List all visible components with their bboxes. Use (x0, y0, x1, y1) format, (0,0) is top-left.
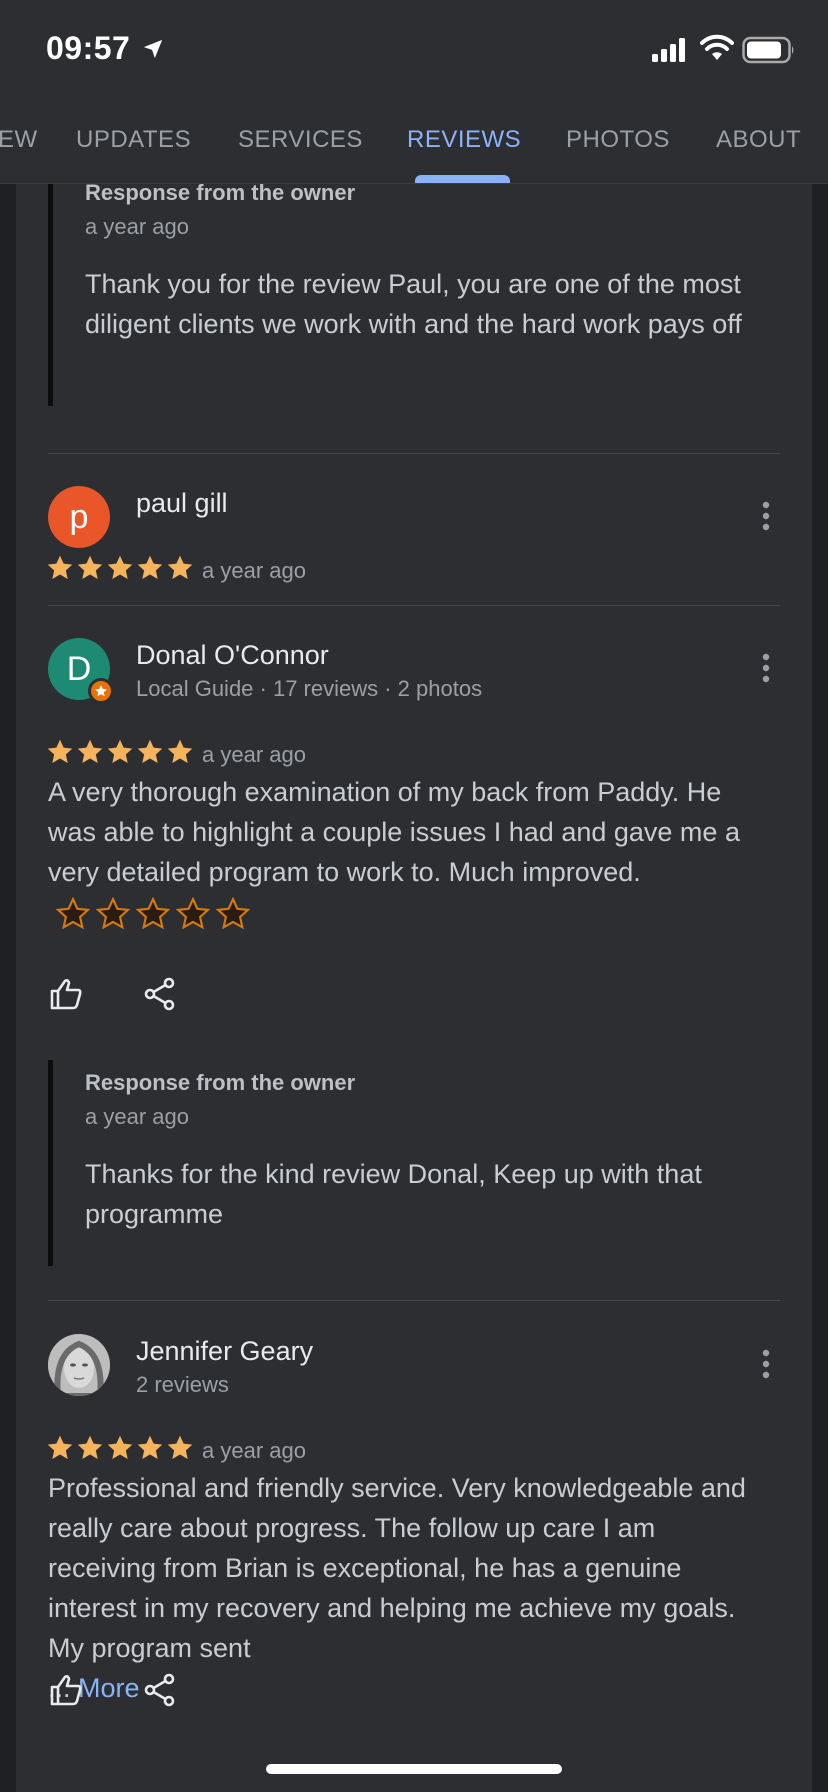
home-indicator[interactable] (266, 1764, 562, 1774)
tab-updates[interactable]: UPDATES (76, 126, 191, 154)
divider (48, 453, 780, 454)
star-emoji-icon (96, 896, 130, 930)
reviewer-name[interactable]: Donal O'Connor (136, 640, 329, 671)
cellular-signal-icon (652, 38, 685, 62)
owner-response-time: a year ago (85, 1104, 189, 1129)
divider (48, 1300, 780, 1301)
star-rating (46, 554, 194, 582)
review-text-body: Professional and friendly service. Very … (48, 1473, 746, 1663)
owner-response: Response from the owner a year ago Thank… (48, 184, 775, 406)
star-icon (107, 1435, 133, 1459)
star-icon (167, 555, 193, 579)
active-tab-indicator (415, 175, 510, 183)
star-icon (137, 739, 163, 763)
more-link[interactable]: More (78, 1673, 140, 1703)
battery-icon (742, 36, 794, 64)
avatar[interactable]: p (48, 486, 110, 548)
star-icon (107, 555, 133, 579)
tab-about[interactable]: ABOUT (716, 126, 801, 154)
star-emoji-group (56, 896, 250, 931)
more-options-icon[interactable] (756, 500, 776, 532)
share-icon[interactable] (142, 1672, 178, 1708)
divider (48, 605, 780, 606)
star-icon (47, 555, 73, 579)
review-text: A very thorough examination of my back f… (48, 772, 768, 932)
profile-photo-icon (48, 1334, 110, 1396)
star-icon (137, 1435, 163, 1459)
thumbs-up-icon[interactable] (48, 1672, 84, 1708)
location-arrow-icon (143, 39, 163, 59)
star-icon (107, 739, 133, 763)
star-icon (77, 1435, 103, 1459)
star-icon (167, 739, 193, 763)
owner-response: Response from the owner a year ago Thank… (48, 1060, 775, 1266)
tab-reviews[interactable]: REVIEWS (407, 126, 521, 154)
avatar[interactable] (48, 1334, 110, 1396)
owner-response-time: a year ago (85, 214, 189, 239)
reviewer-subtitle: 2 reviews (136, 1372, 229, 1397)
star-icon (47, 739, 73, 763)
tab-photos[interactable]: PHOTOS (566, 126, 670, 154)
review-text-body: A very thorough examination of my back f… (48, 777, 740, 887)
owner-response-title: Response from the owner (85, 1070, 356, 1095)
share-icon[interactable] (142, 976, 178, 1012)
star-icon (167, 1435, 193, 1459)
more-options-icon[interactable] (756, 1348, 776, 1380)
thumbs-up-icon[interactable] (48, 976, 84, 1012)
wifi-icon (700, 34, 734, 60)
review-time: a year ago (202, 1438, 306, 1463)
more-options-icon[interactable] (756, 652, 776, 684)
avatar[interactable]: D (48, 638, 114, 704)
owner-response-text: Thank you for the review Paul, you are o… (85, 269, 742, 339)
status-time: 09:57 (46, 30, 131, 66)
reviewer-subtitle: Local Guide · 17 reviews · 2 photos (136, 676, 483, 701)
tab-services[interactable]: SERVICES (238, 126, 363, 154)
star-icon (77, 739, 103, 763)
status-bar: 09:57 (0, 0, 828, 86)
star-emoji-icon (136, 896, 170, 930)
review-time: a year ago (202, 558, 306, 583)
owner-response-title: Response from the owner (85, 184, 356, 205)
tab-overview[interactable]: EW (0, 126, 38, 154)
avatar-letter: p (69, 497, 89, 536)
star-icon (137, 555, 163, 579)
tab-bar: EW UPDATES SERVICES REVIEWS PHOTOS ABOUT (0, 86, 828, 184)
owner-response-text: Thanks for the kind review Donal, Keep u… (85, 1159, 702, 1229)
star-emoji-icon (176, 896, 210, 930)
review-time: a year ago (202, 742, 306, 767)
avatar-letter: D (66, 649, 92, 688)
star-icon (47, 1435, 73, 1459)
reviewer-name[interactable]: Jennifer Geary (136, 1336, 313, 1367)
reviewer-name[interactable]: paul gill (136, 488, 228, 519)
star-rating (46, 738, 194, 766)
star-emoji-icon (56, 896, 90, 930)
star-rating (46, 1434, 194, 1462)
star-icon (77, 555, 103, 579)
reviews-list[interactable]: Response from the owner a year ago Thank… (16, 184, 812, 1792)
star-emoji-icon (216, 896, 250, 930)
local-guide-badge-icon (88, 678, 114, 704)
